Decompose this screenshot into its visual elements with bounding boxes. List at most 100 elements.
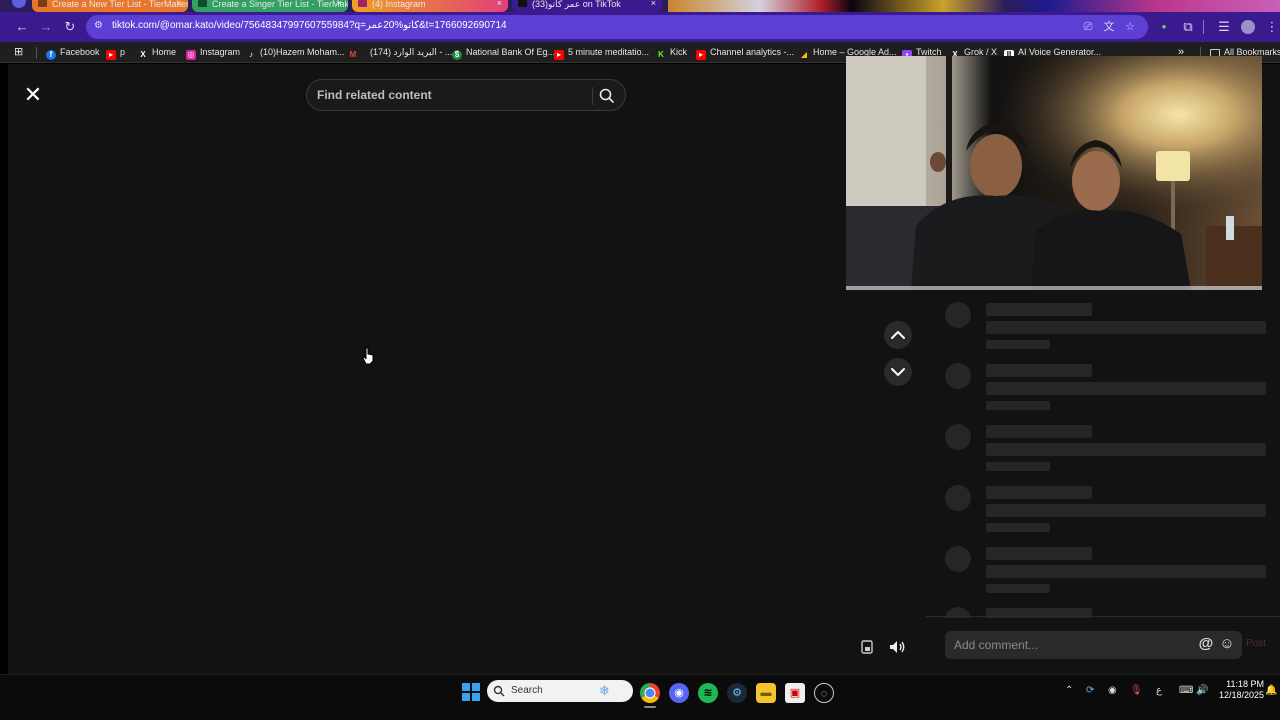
translate-icon[interactable]: 文 <box>1101 19 1117 35</box>
close-icon[interactable]: ✕ <box>19 81 47 109</box>
tab-favicon <box>358 0 367 7</box>
previous-video-button[interactable] <box>884 321 912 349</box>
extension-dot-icon[interactable]: ● <box>1154 17 1174 37</box>
kick-icon: K <box>658 50 664 59</box>
theme-decoration <box>668 0 1280 12</box>
skeleton-avatar <box>945 302 971 328</box>
skeleton-line <box>986 523 1050 532</box>
tab-close-icon[interactable]: × <box>177 0 182 8</box>
address-bar[interactable]: ⚙ tiktok.com/@omar.kato/video/7564834799… <box>86 15 1148 39</box>
bookmark-channel-analytics[interactable]: ▸ Channel analytics -... <box>696 46 794 60</box>
clock-time: 11:18 PM <box>1226 679 1264 689</box>
post-button[interactable]: Post <box>1246 638 1266 649</box>
search-input[interactable]: Find related content <box>306 79 626 111</box>
network-icon[interactable]: ⌨ <box>1179 684 1193 698</box>
tab-strip: Create a New Tier List - TierMaker × Cre… <box>0 0 1280 12</box>
video-frame-image <box>846 56 1262 290</box>
skeleton-line <box>986 340 1050 349</box>
file-explorer-icon[interactable]: ▬ <box>756 683 776 703</box>
bookmark-home-x[interactable]: X Home <box>138 46 176 59</box>
back-icon[interactable]: ← <box>12 17 32 37</box>
volume-tray-icon[interactable]: 🔊 <box>1196 684 1208 698</box>
bookmark-kick[interactable]: K Kick <box>656 46 687 59</box>
bookmarks-divider <box>36 47 37 59</box>
reload-icon[interactable]: ↻ <box>60 17 80 37</box>
tab-close-icon[interactable]: × <box>651 0 656 8</box>
tab-2[interactable]: (4) Instagram × <box>352 0 508 12</box>
bookmark-facebook[interactable]: f Facebook <box>46 46 100 60</box>
menu-icon[interactable]: ⋮ <box>1262 17 1280 37</box>
bookmark-gmail[interactable]: M <box>348 46 362 59</box>
discord-icon[interactable]: ◉ <box>669 683 689 703</box>
skeleton-avatar <box>945 485 971 511</box>
tab-1[interactable]: Create a Singer Tier List - TierMaker × <box>192 0 348 12</box>
comment-input[interactable]: Add comment... @ ☺ <box>945 631 1242 659</box>
forward-icon[interactable]: → <box>36 17 56 37</box>
clock[interactable]: 11:18 PM 12/18/2025 <box>1210 679 1264 701</box>
recorder-icon[interactable]: ◌ <box>814 683 834 703</box>
chrome-icon[interactable] <box>640 683 660 703</box>
tab-label: (33)عمر كاتو on TikTok <box>532 0 621 9</box>
facebook-icon: f <box>46 50 56 60</box>
site-info-icon[interactable]: ⚙ <box>94 20 106 32</box>
emoji-icon[interactable]: ☺ <box>1217 634 1237 654</box>
comment-skeleton <box>926 363 1280 419</box>
tab-3-active[interactable]: (33)عمر كاتو on TikTok × <box>512 0 662 12</box>
volume-icon[interactable] <box>886 636 908 658</box>
windows-start-icon[interactable] <box>461 683 481 703</box>
apps-icon[interactable]: ⊞ <box>14 46 23 59</box>
tab-0[interactable]: Create a New Tier List - TierMaker × <box>32 0 188 12</box>
install-app-icon[interactable]: ⎚ <box>1080 19 1096 35</box>
skeleton-avatar <box>945 546 971 572</box>
search-icon <box>493 685 505 697</box>
microphone-icon[interactable]: 🎙 <box>1130 684 1143 698</box>
app-icon[interactable]: ▣ <box>785 683 805 703</box>
skeleton-line <box>986 504 1266 517</box>
steam-icon[interactable]: ⚙ <box>727 683 747 703</box>
comments-list-loading <box>926 290 1280 618</box>
notifications-icon[interactable]: 🔔 <box>1265 684 1277 698</box>
tab-search-icon[interactable]: ☰ <box>1214 17 1234 37</box>
browser-toolbar: ← → ↻ ⚙ tiktok.com/@omar.kato/video/7564… <box>0 12 1280 42</box>
tab-close-icon[interactable]: × <box>337 0 342 8</box>
tab-favicon <box>198 0 207 7</box>
video-player-area[interactable]: ✕ Find related content <box>8 64 846 674</box>
skeleton-avatar <box>945 424 971 450</box>
tray-overflow-icon[interactable]: ⌃ <box>1065 684 1073 698</box>
tab-label: Create a New Tier List - TierMaker <box>52 0 188 9</box>
taskbar-search[interactable]: Search ❄ <box>487 680 633 702</box>
x-icon: X <box>140 50 146 59</box>
gmail-icon: M <box>349 50 357 59</box>
mouse-cursor-icon <box>362 347 374 365</box>
skeleton-line <box>986 486 1092 499</box>
bookmark-nbe[interactable]: $ National Bank Of Eg... <box>452 46 555 60</box>
url-text: tiktok.com/@omar.kato/video/756483479976… <box>112 20 507 31</box>
bookmark-mail[interactable]: (174) البريد الوارد - ... <box>370 46 452 59</box>
tab-label: (4) Instagram <box>372 0 426 9</box>
picture-in-picture-icon[interactable] <box>856 636 878 658</box>
skeleton-line <box>986 401 1050 410</box>
bookmark-meditation[interactable]: ▸ 5 minute meditatio... <box>554 46 649 60</box>
next-video-button[interactable] <box>884 358 912 386</box>
bank-icon: $ <box>452 50 462 60</box>
sync-icon[interactable]: ⟳ <box>1086 684 1094 698</box>
tab-label: Create a Singer Tier List - TierMaker <box>212 0 348 9</box>
profile-dot <box>12 0 26 8</box>
skeleton-line <box>986 565 1266 578</box>
bookmark-p[interactable]: ▸ p <box>106 46 125 60</box>
video-thumbnail[interactable] <box>846 56 1262 290</box>
extensions-icon[interactable]: ⧉ <box>1178 17 1198 37</box>
bookmark-instagram[interactable]: ◎ Instagram <box>186 46 240 60</box>
skeleton-line <box>986 321 1266 334</box>
discord-tray-icon[interactable]: ◉ <box>1108 684 1117 698</box>
bookmark-star-icon[interactable]: ☆ <box>1122 19 1138 35</box>
spotify-icon[interactable]: ≋ <box>698 683 718 703</box>
tab-close-icon[interactable]: × <box>497 0 502 8</box>
comments-divider <box>926 616 1280 617</box>
tiktok-icon <box>518 0 527 7</box>
search-icon[interactable] <box>598 87 616 105</box>
mention-icon[interactable]: @ <box>1196 634 1216 654</box>
language-indicator[interactable]: ع <box>1156 684 1162 698</box>
profile-avatar[interactable] <box>1238 17 1258 37</box>
bookmark-tiktok[interactable]: ♪ (10)Hazem Moham... <box>246 46 345 59</box>
